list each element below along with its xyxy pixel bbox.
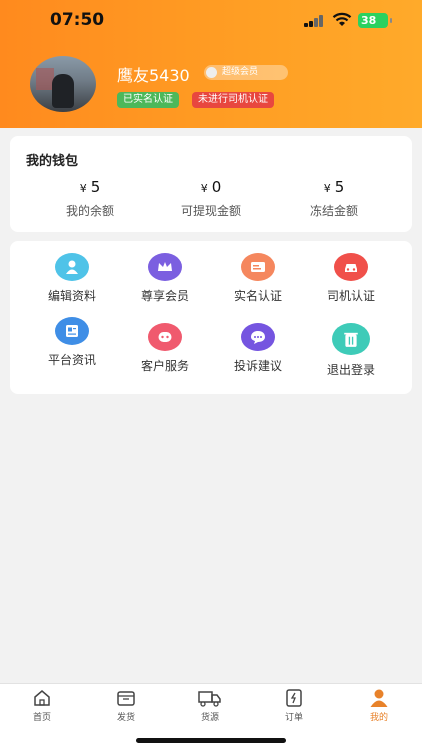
menu-customer-service[interactable]: 客户服务 [120, 323, 210, 374]
tab-label: 发货 [116, 713, 135, 723]
tab-label: 首页 [32, 713, 51, 723]
tab-mine[interactable]: 我的 [349, 688, 409, 723]
profile-header: 07:50 38 鹰友5430 超级会员 已实名认证 未进行司机认证 [0, 0, 422, 128]
tab-label: 订单 [284, 713, 303, 723]
wallet-value: 5 [334, 178, 345, 196]
truck-icon [198, 691, 221, 707]
menu-complaint[interactable]: 投诉建议 [213, 323, 303, 374]
wallet-value: 0 [211, 178, 222, 196]
menu-edit-profile[interactable]: 编辑资料 [27, 253, 117, 304]
member-badge: 超级会员 [204, 65, 288, 80]
tab-source[interactable]: 货源 [180, 688, 240, 723]
signal-icon [304, 15, 326, 27]
tab-label: 货源 [200, 713, 219, 723]
menu-realname[interactable]: 实名认证 [213, 253, 303, 304]
box-icon [117, 691, 135, 706]
crown-icon [148, 253, 182, 281]
id-card-icon [241, 253, 275, 281]
home-indicator [136, 738, 286, 743]
battery-level: 38 [361, 14, 377, 27]
wallet-frozen[interactable]: ¥5 冻结金额 [274, 178, 394, 219]
menu-driver-auth[interactable]: 司机认证 [306, 253, 396, 304]
person-icon [55, 253, 89, 281]
home-icon [34, 690, 50, 706]
wallet-card: 我的钱包 ¥5 我的余额 ¥0 可提现金额 ¥5 冻结金额 [10, 136, 412, 232]
wallet-label: 我的余额 [65, 204, 114, 218]
wallet-withdrawable[interactable]: ¥0 可提现金额 [151, 178, 271, 219]
menu-news[interactable]: 平台资讯 [27, 317, 117, 368]
wallet-title: 我的钱包 [26, 154, 79, 169]
menu-label: 退出登录 [326, 363, 375, 377]
wallet-value: 5 [90, 178, 101, 196]
menu-label: 实名认证 [233, 289, 282, 303]
menu-label: 投诉建议 [233, 359, 282, 373]
member-icon [206, 67, 217, 78]
menu-vip[interactable]: 尊享会员 [120, 253, 210, 304]
tab-label: 我的 [369, 713, 388, 723]
currency-symbol: ¥ [79, 182, 87, 195]
function-menu: 编辑资料 尊享会员 实名认证 司机认证 平台资讯 客户服务 投诉建议 退出登录 [10, 241, 412, 394]
car-icon [334, 253, 368, 281]
avatar[interactable] [30, 56, 96, 112]
news-icon [55, 317, 89, 345]
menu-label: 编辑资料 [47, 289, 96, 303]
member-badge-label: 超级会员 [222, 67, 259, 77]
user-icon [370, 689, 388, 707]
wallet-label: 冻结金额 [309, 204, 358, 218]
currency-symbol: ¥ [200, 182, 208, 195]
menu-label: 尊享会员 [140, 289, 189, 303]
driver-unverified-tag: 未进行司机认证 [192, 92, 274, 108]
wallet-label: 可提现金额 [180, 204, 241, 218]
currency-symbol: ¥ [323, 182, 331, 195]
menu-label: 平台资讯 [47, 353, 96, 367]
tab-orders[interactable]: 订单 [264, 688, 324, 723]
chat-icon [241, 323, 275, 351]
order-icon [286, 689, 302, 707]
menu-label: 司机认证 [326, 289, 375, 303]
wallet-balance[interactable]: ¥5 我的余额 [30, 178, 150, 219]
wifi-icon [332, 12, 352, 26]
tab-ship[interactable]: 发货 [96, 688, 156, 723]
menu-logout[interactable]: 退出登录 [306, 323, 396, 378]
trash-icon [332, 323, 370, 355]
username: 鹰友5430 [117, 66, 190, 85]
verified-tag: 已实名认证 [117, 92, 179, 108]
tab-home[interactable]: 首页 [12, 688, 72, 723]
menu-label: 客户服务 [140, 359, 189, 373]
service-icon [148, 323, 182, 351]
status-time: 07:50 [50, 10, 105, 30]
battery-icon: 38 [358, 13, 392, 28]
status-bar: 07:50 38 [0, 0, 422, 44]
